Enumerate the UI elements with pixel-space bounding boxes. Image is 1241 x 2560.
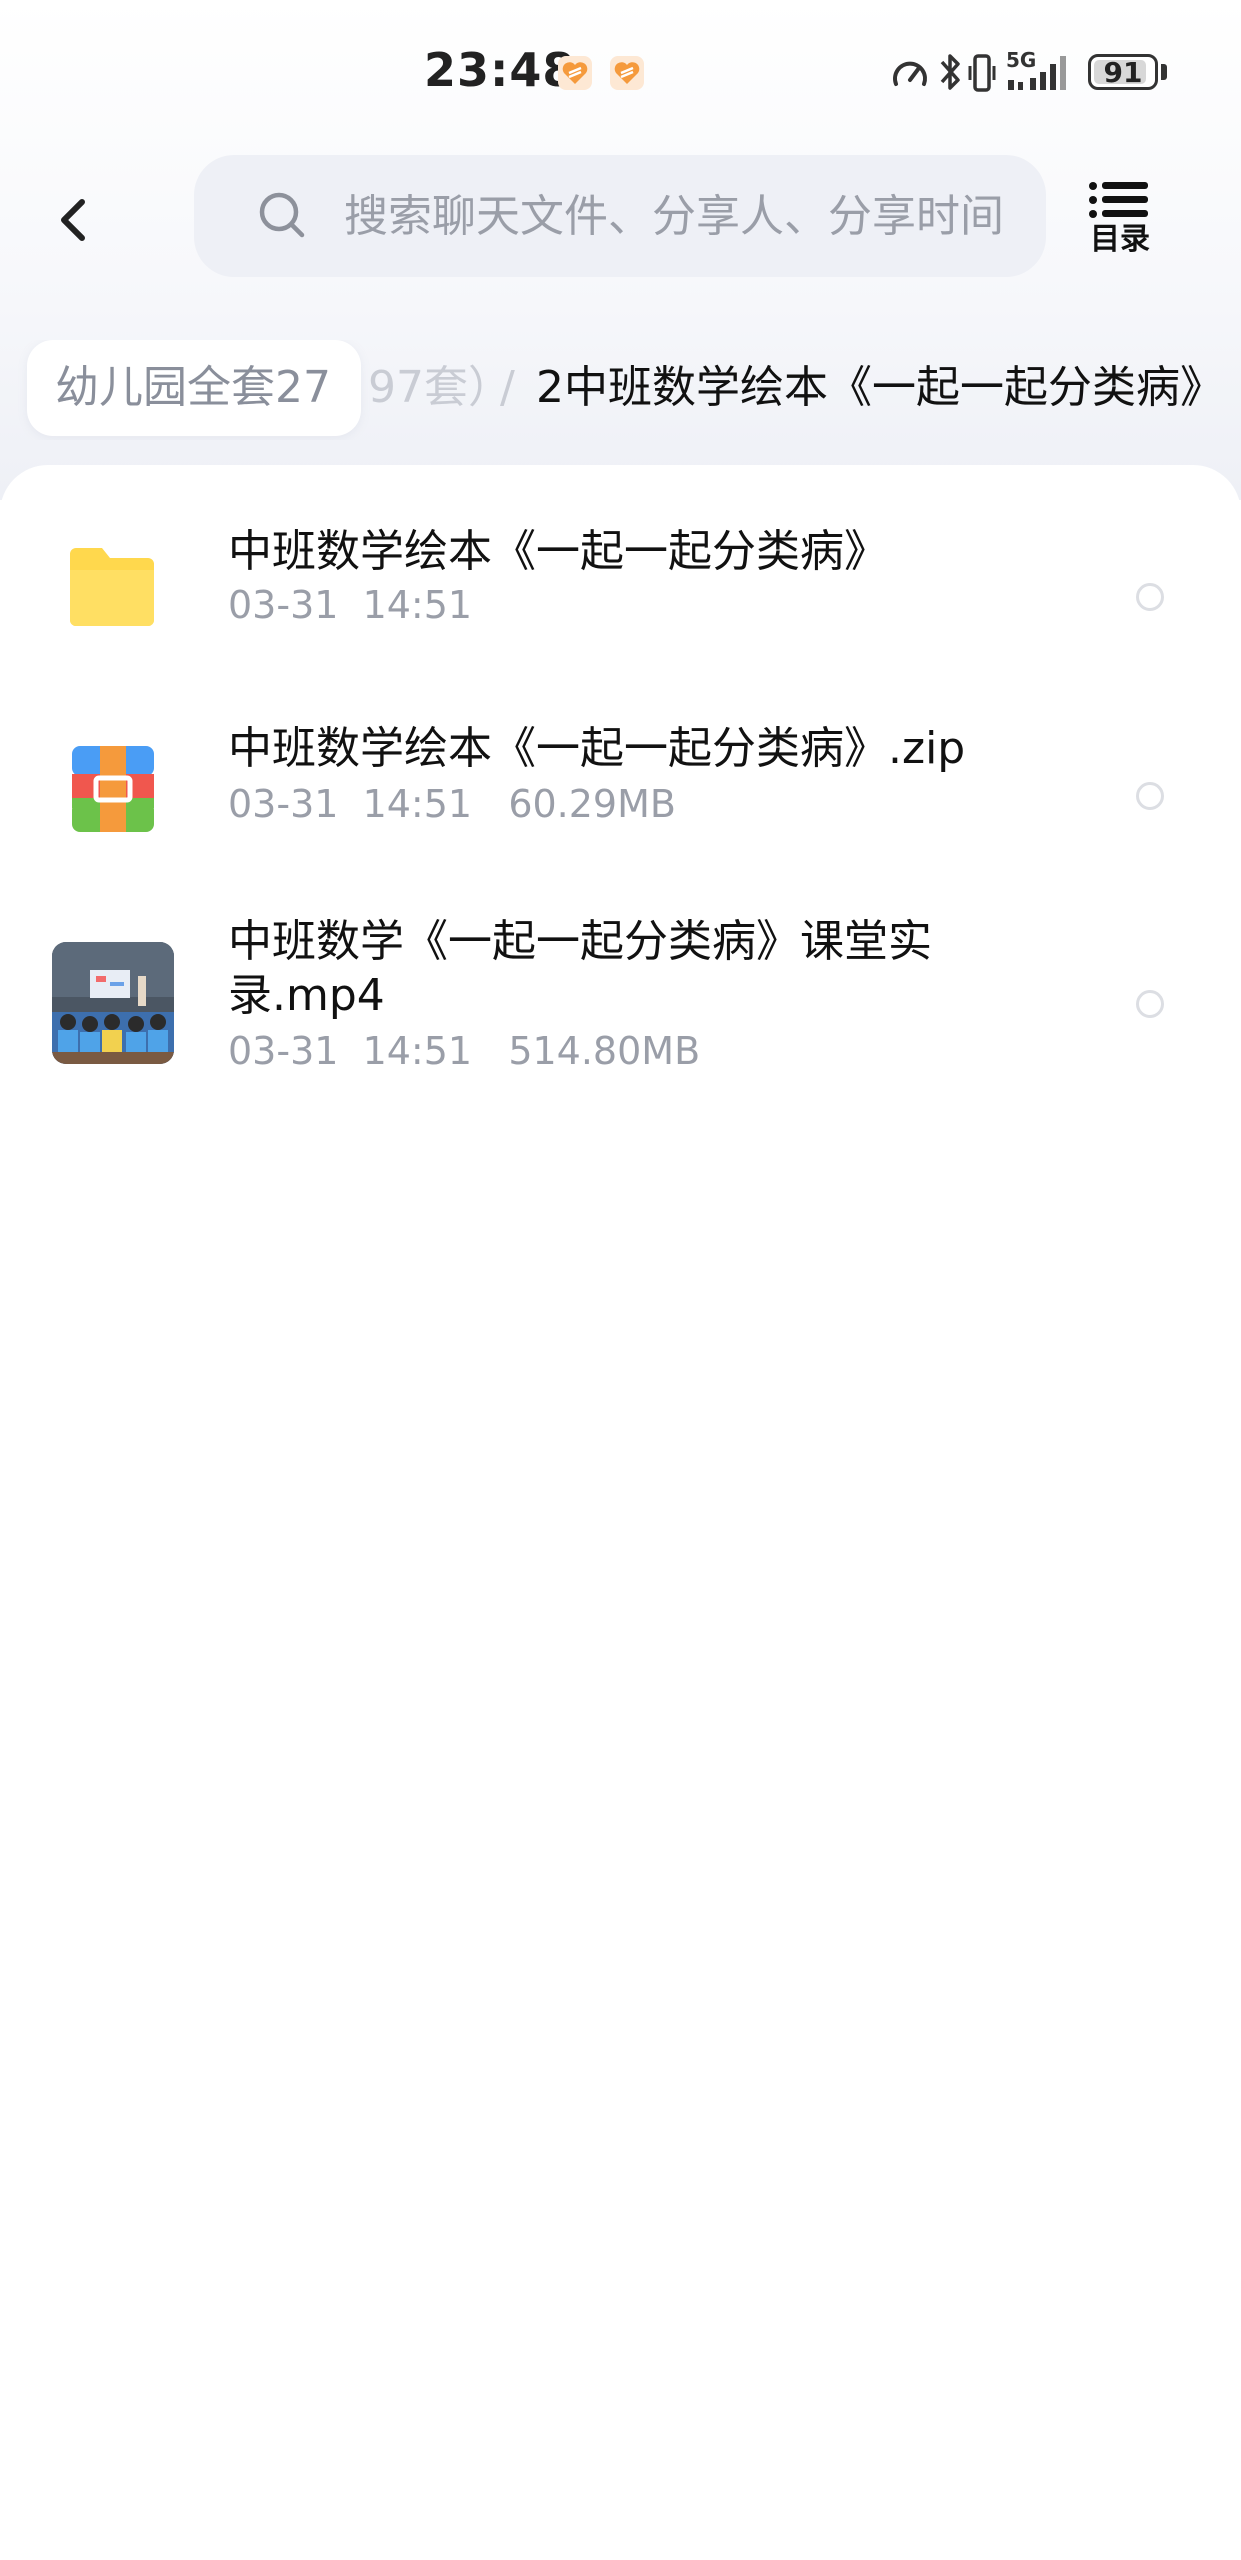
search-box[interactable]: [194, 155, 1046, 277]
file-name: 中班数学绘本《一起一起分类病》: [228, 526, 888, 577]
list-item[interactable]: 中班数学绘本《一起一起分类病》 03-31 14:51: [0, 495, 1241, 675]
breadcrumb-current: 2中班数学绘本《一起一起分类病》: [536, 362, 1224, 413]
speed-icon: [893, 61, 927, 86]
breadcrumb: 97套） / 2中班数学绘本《一起一起分类病》 幼儿园全套27: [0, 340, 1241, 440]
notification-icon: [610, 56, 644, 90]
battery-icon: 91: [1088, 54, 1158, 90]
battery-percent: 91: [1103, 56, 1143, 89]
zip-archive-icon: [72, 746, 154, 832]
breadcrumb-root-label: 幼儿园全套27: [55, 362, 331, 413]
status-bar: 23:48 5G 91: [0, 0, 1241, 140]
file-name: 中班数学绘本《一起一起分类病》.zip: [228, 723, 966, 774]
select-radio[interactable]: [1136, 583, 1164, 611]
video-thumbnail-image: [52, 942, 174, 1064]
chevron-left-icon: [61, 199, 85, 241]
file-meta: 03-31 14:51 514.80MB: [228, 1029, 701, 1073]
file-name: 中班数学《一起一起分类病》课堂实录.mp4: [228, 916, 932, 1021]
notification-icon: [558, 56, 592, 90]
breadcrumb-hidden-segment[interactable]: 97套）: [368, 340, 512, 436]
breadcrumb-root[interactable]: 幼儿园全套27: [27, 340, 361, 436]
bluetooth-icon: [940, 54, 960, 90]
select-radio[interactable]: [1136, 782, 1164, 810]
breadcrumb-separator: /: [500, 362, 515, 413]
signal-icon: [1008, 56, 1066, 90]
status-time: 23:48: [424, 43, 576, 97]
file-meta: 03-31 14:51: [228, 583, 473, 627]
vibrate-icon: [968, 54, 996, 92]
video-thumbnail: [52, 942, 174, 1064]
file-meta: 03-31 14:51 60.29MB: [228, 782, 676, 826]
toc-label: 目录: [1090, 222, 1150, 257]
search-input[interactable]: [344, 155, 1024, 277]
list-item[interactable]: 中班数学《一起一起分类病》课堂实录.mp4 03-31 14:51 514.80…: [0, 905, 1241, 1145]
search-icon: [259, 192, 305, 238]
battery-tip: [1161, 64, 1167, 80]
file-list: 中班数学绘本《一起一起分类病》 03-31 14:51 中班数学绘本《一起一起分…: [0, 465, 1241, 2560]
select-radio[interactable]: [1136, 990, 1164, 1018]
folder-icon: [70, 548, 154, 626]
toc-button[interactable]: 目录: [1080, 180, 1160, 270]
list-item[interactable]: 中班数学绘本《一起一起分类病》.zip 03-31 14:51 60.29MB: [0, 700, 1241, 880]
list-icon: [1089, 182, 1148, 218]
back-button[interactable]: [40, 180, 110, 260]
